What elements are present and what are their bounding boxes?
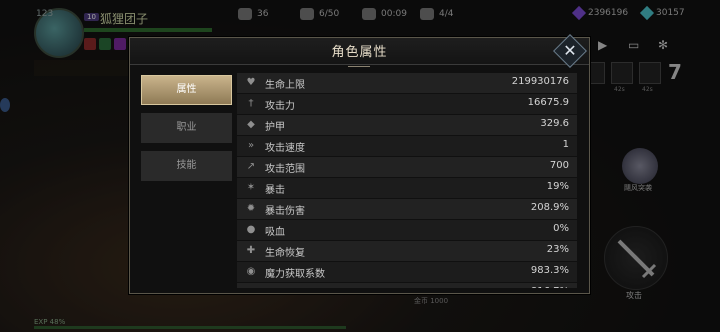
attribute-value: 219930176 — [511, 76, 569, 87]
attribute-value: 16675.9 — [527, 97, 569, 108]
attribute-label: 护甲 — [265, 122, 285, 133]
heart-icon: ♥ — [246, 77, 256, 88]
attribute-row: ✚ 生命恢复 23% — [237, 241, 577, 261]
attribute-row: » 攻击速度 1 — [237, 136, 577, 156]
mana-icon: ◉ — [246, 266, 256, 277]
attribute-label: 生命上限 — [265, 80, 305, 91]
sword-icon: † — [248, 98, 254, 109]
title-ornament — [348, 60, 370, 67]
attribute-row: ▰ 经验获取系数 816.7% — [237, 283, 577, 288]
attribute-row: ◉ 魔力获取系数 983.3% — [237, 262, 577, 282]
tab-skills[interactable]: 技能 — [141, 151, 232, 181]
attribute-label: 暴击伤害 — [265, 206, 305, 217]
attribute-value: 983.3% — [530, 265, 569, 276]
character-attributes-dialog: 角色属性 ✕ 属性 职业 技能 ♥ 生命上限 219930176 † 攻击力 16675.… — [129, 34, 590, 294]
attribute-label: 攻击速度 — [265, 143, 305, 154]
tab-class[interactable]: 职业 — [141, 113, 232, 143]
attribute-label: 攻击力 — [265, 101, 295, 112]
attribute-row: ↗ 攻击范围 700 — [237, 157, 577, 177]
attribute-value: 23% — [546, 244, 569, 255]
regen-icon: ✚ — [246, 245, 256, 256]
attribute-label: 魔力获取系数 — [265, 269, 325, 280]
exp-icon: ▰ — [245, 287, 257, 288]
attribute-label: 吸血 — [265, 227, 285, 238]
attribute-row: ✹ 暴击伤害 208.9% — [237, 199, 577, 219]
close-icon: ✕ — [563, 41, 577, 60]
attribute-value: 329.6 — [540, 118, 569, 129]
range-icon: ↗ — [246, 161, 256, 172]
dialog-title: 角色属性 — [331, 45, 388, 60]
attribute-row: † 攻击力 16675.9 — [237, 94, 577, 114]
speed-icon: » — [247, 140, 255, 151]
attribute-value: 19% — [546, 181, 569, 192]
attribute-value: 700 — [549, 160, 569, 171]
dialog-title-bar: 角色属性 — [130, 38, 589, 67]
attribute-label: 经验获取系数 — [265, 286, 325, 288]
attribute-row: ● 吸血 0% — [237, 220, 577, 240]
attribute-row: ◆ 护甲 329.6 — [237, 115, 577, 135]
tab-attributes[interactable]: 属性 — [141, 75, 232, 105]
attribute-row: ✶ 暴击 19% — [237, 178, 577, 198]
crit-icon: ✶ — [246, 182, 256, 193]
lifesteal-icon: ● — [246, 224, 256, 235]
crit-damage-icon: ✹ — [246, 203, 256, 214]
attribute-list[interactable]: ♥ 生命上限 219930176 † 攻击力 16675.9 ◆ 护甲 329.6 » 攻击速度 1 ↗… — [237, 73, 577, 288]
attribute-row: ♥ 生命上限 219930176 — [237, 73, 577, 93]
attribute-value: 0% — [553, 223, 569, 234]
dialog-tabs: 属性 职业 技能 — [141, 75, 232, 189]
attribute-value: 1 — [562, 139, 569, 150]
attribute-value: 208.9% — [530, 202, 569, 213]
attribute-label: 攻击范围 — [265, 164, 305, 175]
shield-icon: ◆ — [247, 119, 255, 130]
attribute-label: 暴击 — [265, 185, 285, 196]
attribute-value: 816.7% — [531, 286, 569, 288]
attribute-label: 生命恢复 — [265, 248, 305, 259]
